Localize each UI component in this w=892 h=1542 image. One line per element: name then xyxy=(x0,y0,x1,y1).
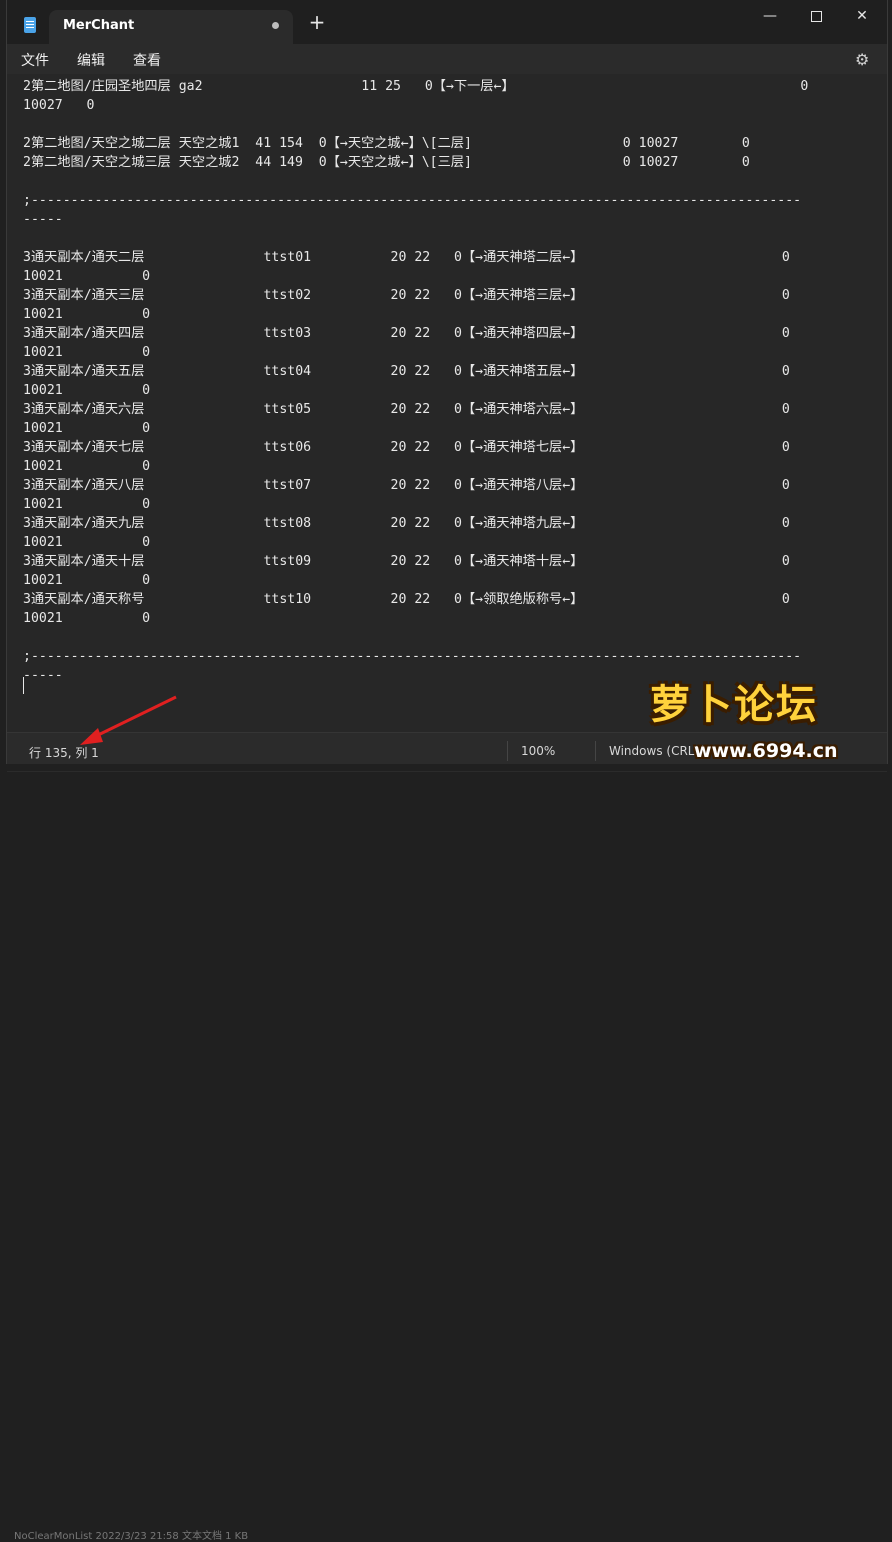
red-arrow-annotation xyxy=(80,695,177,745)
arrow-shaft xyxy=(91,695,177,740)
watermark-title: 萝卜论坛 xyxy=(650,682,818,728)
watermark-url: www.6994.cn xyxy=(694,740,838,762)
watermark-logo: 萝卜论坛 www.6994.cn xyxy=(640,672,892,771)
background-file-row: NoClearMonList 2022/3/23 21:58 文本文档 1 KB xyxy=(14,1531,249,1542)
arrow-head xyxy=(80,728,103,745)
